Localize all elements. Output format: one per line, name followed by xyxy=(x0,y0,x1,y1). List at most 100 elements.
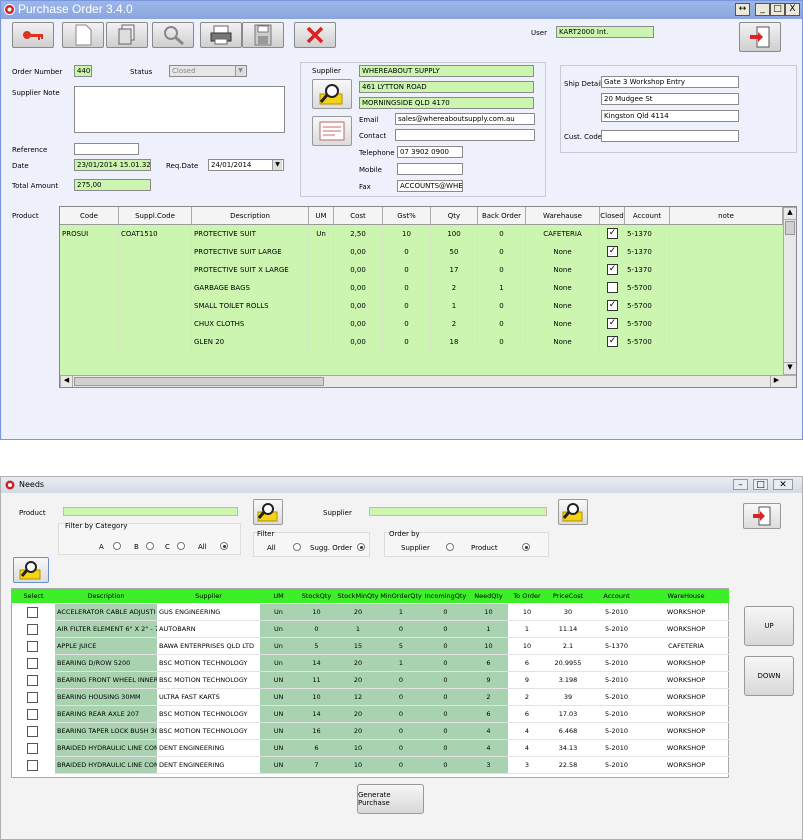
cell-inc[interactable]: 0 xyxy=(422,689,469,706)
cell-gst[interactable]: 0 xyxy=(383,333,431,351)
cell-stock[interactable]: 16 xyxy=(297,723,336,740)
select-checkbox[interactable] xyxy=(27,607,38,618)
cell-need[interactable]: 6 xyxy=(469,655,508,672)
cell-wh[interactable]: None xyxy=(526,243,600,261)
exit-button[interactable] xyxy=(739,22,781,52)
cell-desc[interactable]: APPLE JUICE xyxy=(55,638,157,655)
cell-stock[interactable]: 11 xyxy=(297,672,336,689)
contact-field[interactable] xyxy=(395,129,535,141)
select-checkbox[interactable] xyxy=(27,760,38,771)
cell-toord[interactable]: 9 xyxy=(508,672,546,689)
cell-um[interactable] xyxy=(309,315,334,333)
email-field[interactable]: sales@whereaboutsupply.com.au xyxy=(395,113,535,125)
cell-smin[interactable]: 15 xyxy=(336,638,380,655)
cell-desc[interactable]: ACCELERATOR CABLE ADJUSTI xyxy=(55,604,157,621)
cell-stock[interactable]: 0 xyxy=(297,621,336,638)
column-header-sup[interactable]: Supplier xyxy=(157,589,260,603)
cell-sup[interactable]: DENT ENGINEERING xyxy=(157,757,260,774)
column-header-um[interactable]: UM xyxy=(260,589,297,603)
column-header-wh[interactable]: WareHouse xyxy=(643,589,729,603)
cell-desc[interactable]: BEARING HOUSING 30MM xyxy=(55,689,157,706)
cell-code[interactable] xyxy=(60,333,119,351)
cell-sup[interactable]: GUS ENGINEERING xyxy=(157,604,260,621)
column-header-price[interactable]: PriceCost xyxy=(546,589,590,603)
cell-price[interactable]: 30 xyxy=(546,604,590,621)
cell-sup[interactable]: BAWA ENTERPRISES QLD LTD xyxy=(157,638,260,655)
cell-minord[interactable]: 0 xyxy=(380,723,422,740)
cell-wh[interactable]: CAFETERIA xyxy=(643,638,729,655)
cell-need[interactable]: 4 xyxy=(469,740,508,757)
cell-back[interactable]: 0 xyxy=(478,261,526,279)
cell-suppl[interactable] xyxy=(119,297,192,315)
cell-acct[interactable]: 5-5700 xyxy=(625,333,670,351)
cell-qty[interactable]: 2 xyxy=(431,315,478,333)
ship-line2-field[interactable]: 20 Mudgee St xyxy=(601,93,739,105)
cell-stock[interactable]: 10 xyxy=(297,604,336,621)
cell-toord[interactable]: 10 xyxy=(508,604,546,621)
cell-qty[interactable]: 2 xyxy=(431,279,478,297)
cell-sup[interactable]: ULTRA FAST KARTS xyxy=(157,689,260,706)
cell-stock[interactable]: 7 xyxy=(297,757,336,774)
column-header-smin[interactable]: StockMinQty xyxy=(336,589,380,603)
cell-smin[interactable]: 12 xyxy=(336,689,380,706)
telephone-field[interactable]: 07 3902 0900 xyxy=(397,146,463,158)
supplier-search-button[interactable] xyxy=(558,499,588,525)
cell-need[interactable]: 4 xyxy=(469,723,508,740)
closed-checkbox[interactable]: ✓ xyxy=(607,228,618,239)
cancel-button[interactable] xyxy=(294,22,336,48)
cell-desc[interactable]: BEARING TAPER LOCK BUSH 30 xyxy=(55,723,157,740)
cell-qty[interactable]: 18 xyxy=(431,333,478,351)
cell-minord[interactable]: 5 xyxy=(380,638,422,655)
column-header-wh[interactable]: Warehause xyxy=(526,207,600,225)
select-checkbox[interactable] xyxy=(27,726,38,737)
cell-price[interactable]: 3.198 xyxy=(546,672,590,689)
closed-checkbox[interactable]: ✓ xyxy=(607,318,618,329)
down-button[interactable]: DOWN xyxy=(744,656,794,696)
cell-desc[interactable]: PROTECTIVE SUIT xyxy=(192,225,309,243)
cell-inc[interactable]: 0 xyxy=(422,757,469,774)
cell-suppl[interactable] xyxy=(119,261,192,279)
cell-acct[interactable]: 5-1370 xyxy=(625,261,670,279)
closed-checkbox[interactable]: ✓ xyxy=(607,336,618,347)
column-header-stock[interactable]: StockQty xyxy=(297,589,336,603)
cell-stock[interactable]: 10 xyxy=(297,689,336,706)
column-header-need[interactable]: NeedQty xyxy=(469,589,508,603)
select-checkbox[interactable] xyxy=(27,692,38,703)
cell-um[interactable]: UN xyxy=(260,672,297,689)
cell-um[interactable]: Un xyxy=(309,225,334,243)
close-button[interactable]: X xyxy=(785,3,800,16)
cell-desc[interactable]: AIR FILTER ELEMENT 6" X 2" - 7 xyxy=(55,621,157,638)
cell-need[interactable]: 9 xyxy=(469,672,508,689)
column-header-closed[interactable]: Closed xyxy=(600,207,625,225)
ship-line1-field[interactable]: Gate 3 Workshop Entry xyxy=(601,76,739,88)
fax-field[interactable]: ACCOUNTS@WHE xyxy=(397,180,463,192)
closed-checkbox[interactable] xyxy=(607,282,618,293)
cell-minord[interactable]: 0 xyxy=(380,621,422,638)
supplier-note-field[interactable] xyxy=(74,86,285,133)
cell-wh[interactable]: None xyxy=(526,297,600,315)
cell-wh[interactable]: WORKSHOP xyxy=(643,604,729,621)
cell-gst[interactable]: 0 xyxy=(383,297,431,315)
table-row[interactable]: APPLE JUICE BAWA ENTERPRISES QLD LTD Un 5 15… xyxy=(12,638,729,655)
minimize-button[interactable]: _ xyxy=(755,3,770,16)
run-search-button[interactable] xyxy=(13,557,49,583)
select-checkbox[interactable] xyxy=(27,624,38,635)
cell-minord[interactable]: 1 xyxy=(380,604,422,621)
new-document-button[interactable] xyxy=(62,22,104,48)
cell-code[interactable] xyxy=(60,297,119,315)
cell-need[interactable]: 10 xyxy=(469,638,508,655)
supplier-filter-field[interactable] xyxy=(369,507,547,516)
table-row[interactable]: BRAIDED HYDRAULIC LINE CON DENT ENGINEERI… xyxy=(12,740,729,757)
cell-toord[interactable]: 3 xyxy=(508,757,546,774)
cell-cost[interactable]: 0,00 xyxy=(334,315,383,333)
cell-need[interactable]: 3 xyxy=(469,757,508,774)
column-header-desc[interactable]: Description xyxy=(55,589,157,603)
cell-back[interactable]: 0 xyxy=(478,243,526,261)
scroll-thumb[interactable] xyxy=(785,221,795,235)
cell-qty[interactable]: 50 xyxy=(431,243,478,261)
column-header-um[interactable]: UM xyxy=(309,207,334,225)
cell-minord[interactable]: 0 xyxy=(380,672,422,689)
column-header-note[interactable]: note xyxy=(670,207,783,225)
cell-price[interactable]: 22.58 xyxy=(546,757,590,774)
category-all-radio[interactable] xyxy=(220,542,228,550)
